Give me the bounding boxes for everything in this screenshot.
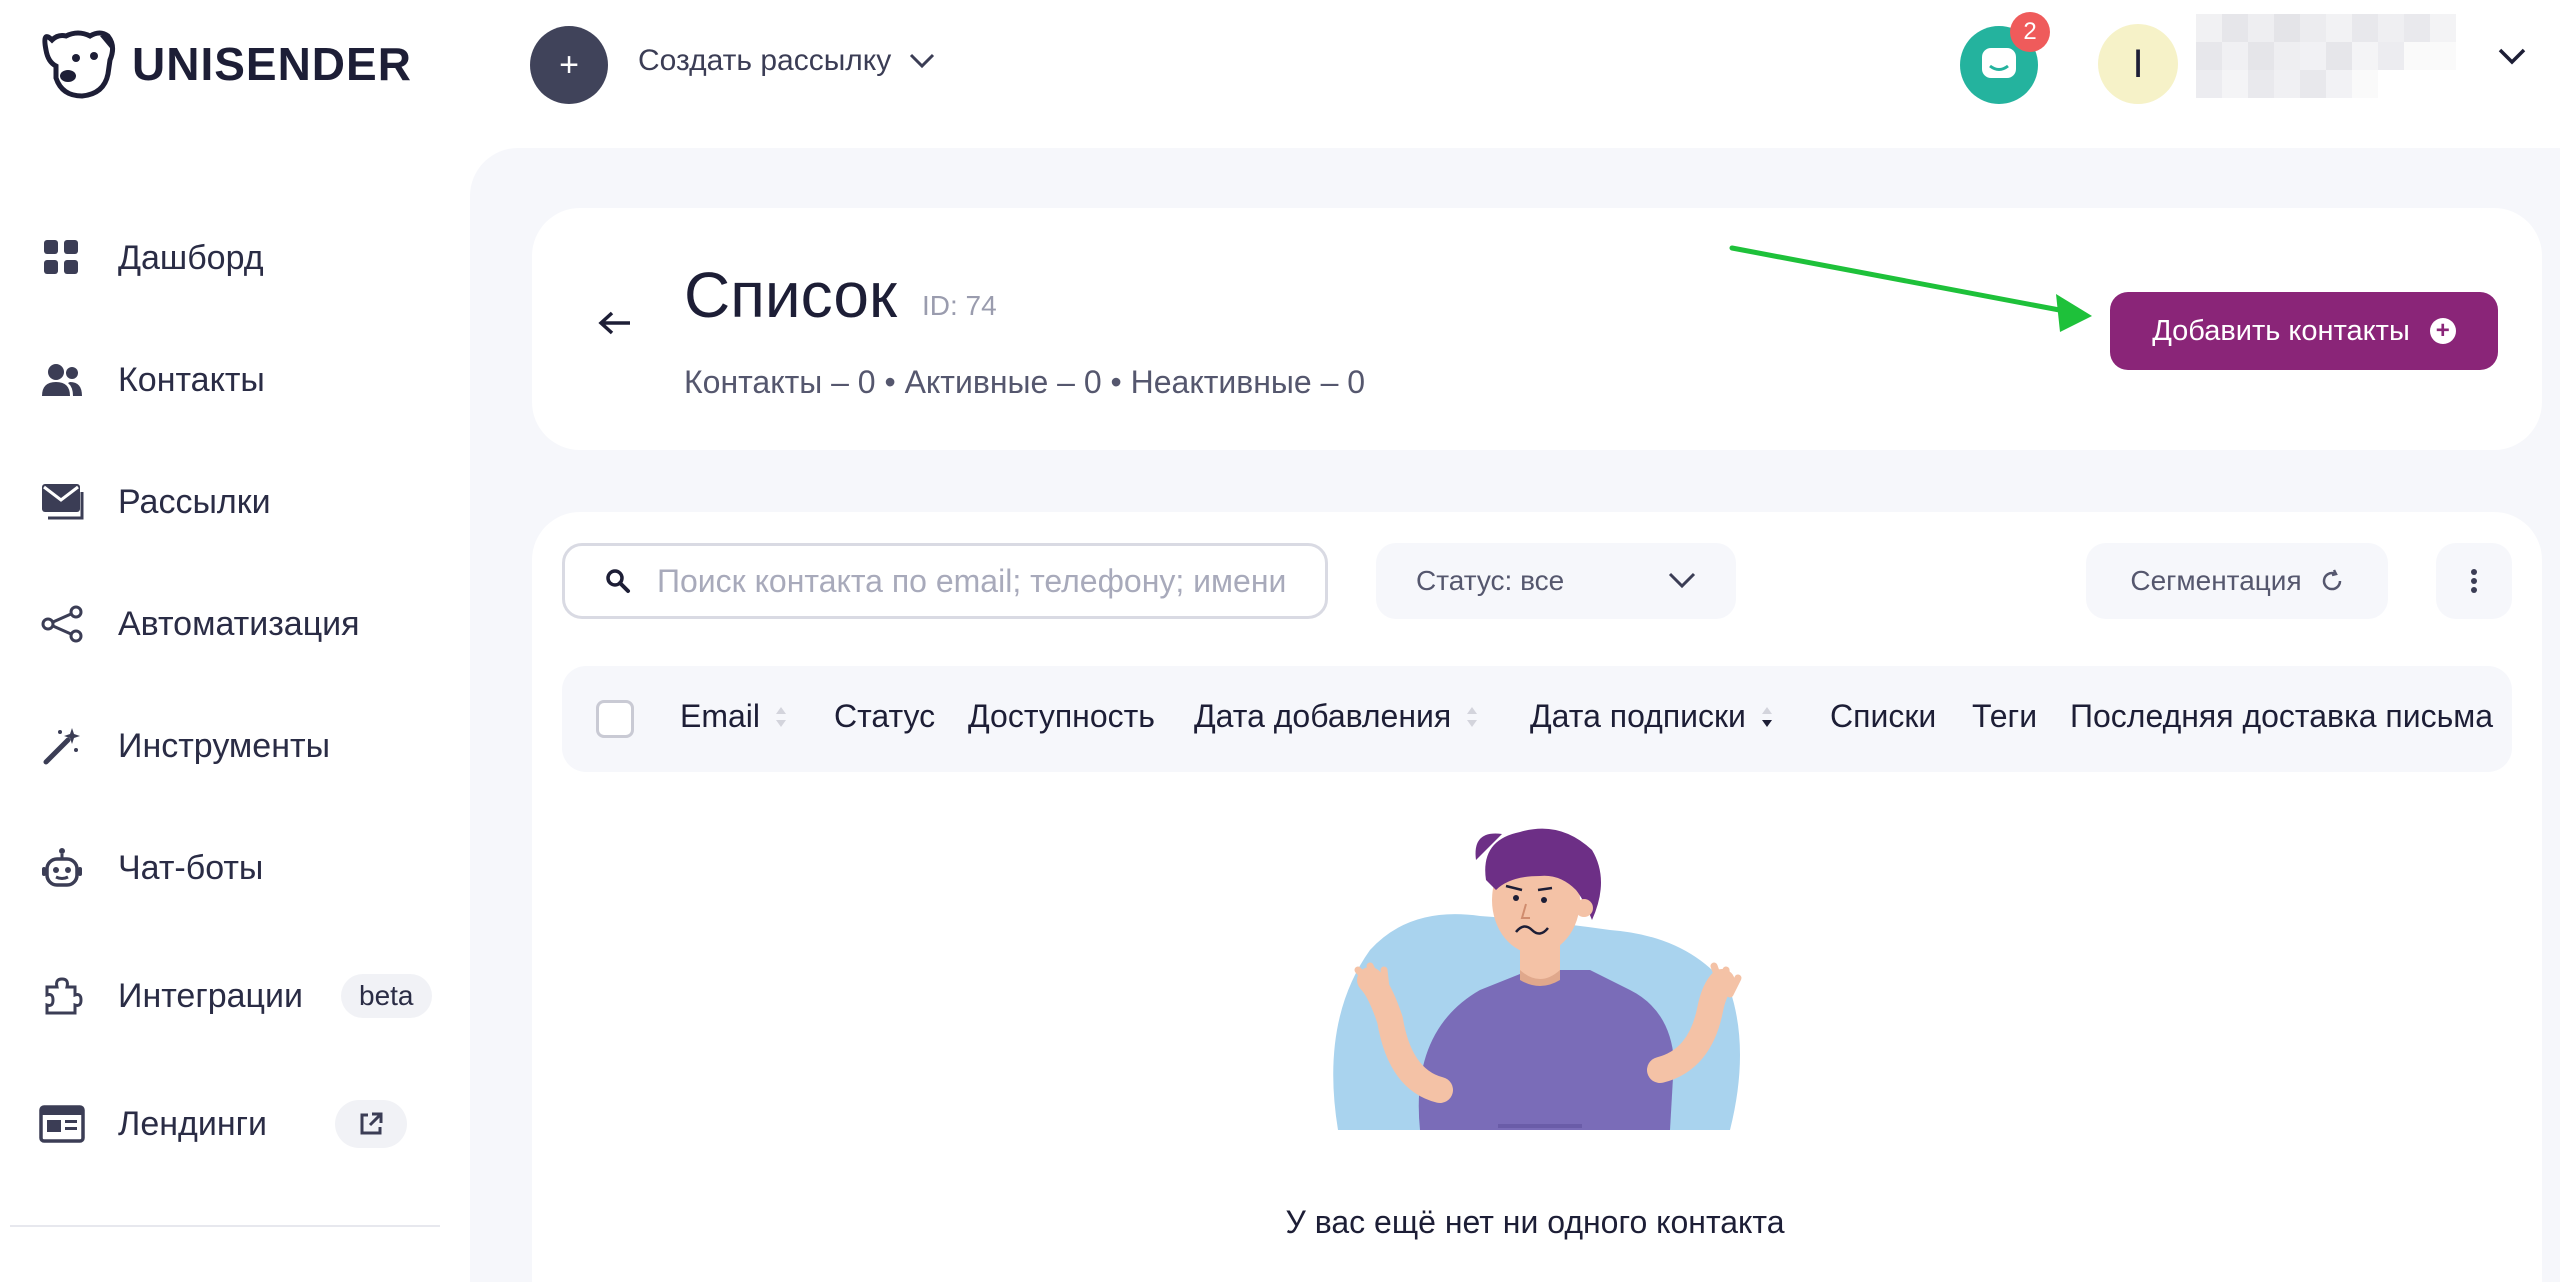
list-id: ID: 74 [922, 290, 997, 321]
arrow-left-icon [598, 311, 630, 335]
column-label: Списки [1830, 698, 1937, 734]
chat-icon [1982, 48, 2016, 78]
sidebar-item-label: Чат-боты [118, 848, 264, 887]
chevron-down-icon [1668, 572, 1696, 589]
sidebar-divider [10, 1225, 440, 1227]
sidebar-item-contacts[interactable]: Контакты [38, 340, 438, 420]
people-icon [38, 356, 86, 404]
logo-text: UNISENDER [132, 38, 412, 90]
column-subscription-date[interactable]: Дата подписки [1530, 698, 1774, 735]
back-button[interactable] [598, 310, 632, 341]
sidebar-item-label: Лендинги [118, 1104, 267, 1143]
column-last-delivery: Последняя доставка письма [2070, 698, 2493, 735]
plus-icon: + [559, 45, 579, 84]
external-link-icon[interactable] [335, 1100, 407, 1148]
chevron-down-icon [910, 53, 935, 69]
column-label: Последняя доставка письма [2070, 698, 2494, 734]
segmentation-button[interactable]: Сегментация [2086, 543, 2388, 619]
column-availability: Доступность [968, 698, 1155, 735]
create-campaign-dropdown[interactable]: Создать рассылку [638, 44, 935, 78]
confused-person-illustration [1333, 828, 1742, 1130]
sidebar-item-tools[interactable]: Инструменты [38, 706, 438, 786]
column-label: Статус [834, 698, 936, 734]
column-label: Дата подписки [1530, 698, 1746, 734]
magic-wand-icon [38, 722, 86, 770]
add-contacts-button[interactable]: Добавить контакты + [2110, 292, 2498, 370]
sidebar-item-automation[interactable]: Автоматизация [38, 584, 438, 664]
annotation-arrow [1729, 245, 2092, 332]
column-lists: Списки [1830, 698, 1936, 735]
status-filter-label: Статус: все [1416, 565, 1565, 596]
segmentation-label: Сегментация [2130, 565, 2302, 596]
robot-icon [38, 844, 86, 892]
more-options-button[interactable] [2436, 543, 2512, 619]
table-header: Email Статус Доступность Дата добавления… [562, 666, 2512, 772]
sidebar-item-label: Автоматизация [118, 604, 360, 643]
dog-logo-icon [42, 30, 116, 99]
empty-state-message: У вас ещё нет ни одного контакта [1285, 1204, 1785, 1240]
search-icon [606, 569, 630, 593]
beta-badge: beta [341, 974, 432, 1018]
sidebar-item-chatbots[interactable]: Чат-боты [38, 828, 438, 908]
create-campaign-label: Создать рассылку [638, 44, 892, 77]
unisender-logo[interactable]: UNISENDER [38, 26, 412, 102]
top-header: UNISENDER + Создать рассылку 2 I [0, 0, 2560, 130]
sidebar-item-label: Инструменты [118, 726, 331, 765]
search-input[interactable] [657, 562, 1317, 600]
sidebar-item-label: Рассылки [118, 482, 271, 521]
column-tags: Теги [1972, 698, 2037, 735]
column-label: Дата добавления [1194, 698, 1452, 734]
refresh-icon [2322, 569, 2341, 591]
more-vertical-icon [2471, 569, 2477, 593]
sidebar: Дашборд Контакты Рассылки Автоматизация … [0, 130, 470, 1282]
sort-icon [776, 706, 787, 727]
sidebar-item-label: Контакты [118, 360, 265, 399]
share-nodes-icon [38, 600, 86, 648]
contact-search[interactable] [562, 543, 1328, 619]
column-label: Доступность [968, 698, 1155, 734]
column-email[interactable]: Email [680, 698, 788, 735]
sort-icon [1467, 706, 1478, 727]
grid-icon [38, 234, 86, 282]
avatar[interactable]: I [2098, 24, 2178, 104]
sidebar-item-campaigns[interactable]: Рассылки [38, 462, 438, 542]
sidebar-item-label: Интеграции [118, 976, 303, 1015]
page-title: Список [684, 259, 897, 331]
mail-icon [38, 478, 86, 526]
sidebar-item-dashboard[interactable]: Дашборд [38, 218, 438, 298]
sidebar-item-integrations[interactable]: Интеграции beta [38, 956, 458, 1036]
column-date-added[interactable]: Дата добавления [1194, 698, 1479, 735]
column-label: Email [680, 698, 761, 734]
puzzle-icon [38, 972, 86, 1020]
blurred-account-name [2196, 14, 2456, 98]
sidebar-item-landings[interactable]: Лендинги [38, 1084, 438, 1164]
notification-badge: 2 [2010, 12, 2050, 52]
select-all-checkbox[interactable] [596, 700, 634, 738]
chevron-down-icon [2498, 48, 2526, 65]
add-contacts-label: Добавить контакты [2152, 314, 2410, 347]
account-menu-chevron[interactable] [2498, 48, 2526, 71]
status-filter-dropdown[interactable]: Статус: все [1376, 543, 1736, 619]
landing-icon [38, 1100, 86, 1148]
plus-circle-icon: + [2429, 318, 2456, 344]
sort-desc-icon [1761, 706, 1772, 727]
sidebar-item-label: Дашборд [118, 238, 264, 277]
column-status: Статус [834, 698, 935, 735]
create-campaign-button[interactable]: + [530, 26, 608, 104]
column-label: Теги [1972, 698, 2038, 734]
list-stats: Контакты – 0 • Активные – 0 • Неактивные… [684, 364, 1366, 400]
